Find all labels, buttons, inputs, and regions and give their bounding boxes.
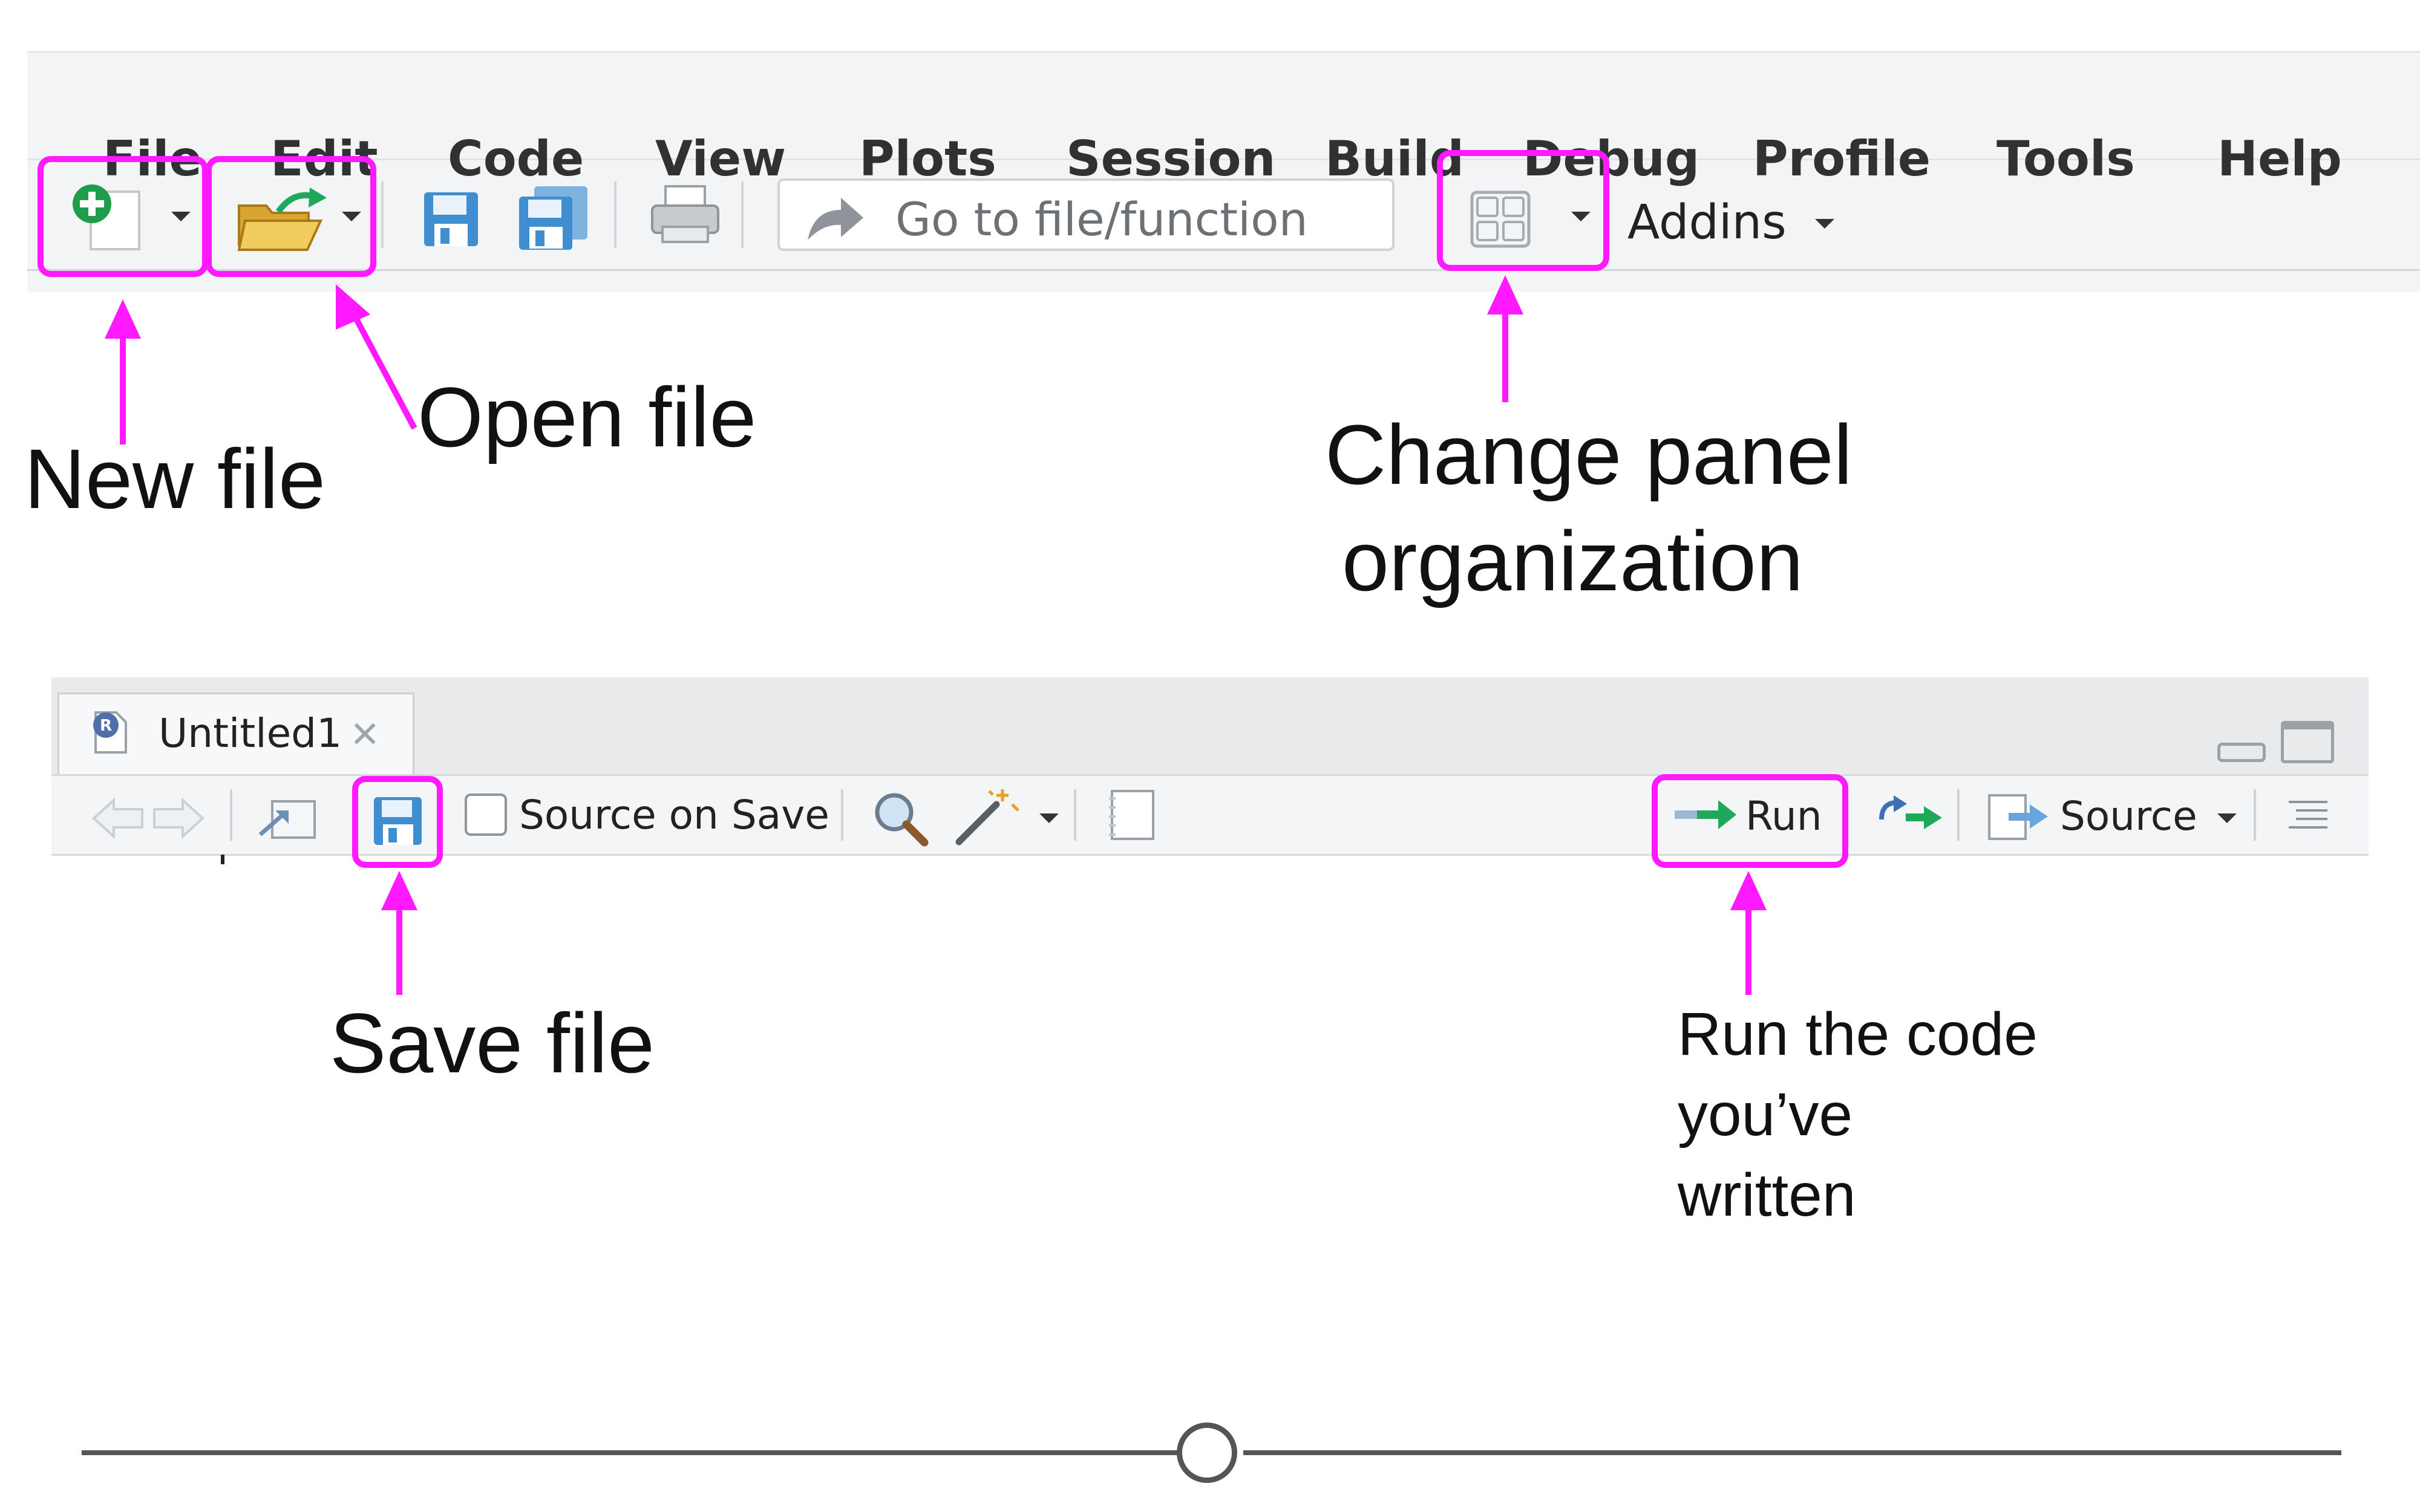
text-cursor: [221, 855, 224, 864]
r-script-icon: R: [93, 711, 127, 754]
toolbar-separator: [1074, 789, 1076, 841]
annotation-save-file: Save file: [330, 996, 655, 1090]
chevron-down-icon: [2217, 813, 2237, 823]
source-on-save-label: Source on Save: [519, 792, 829, 838]
annotation-open-file: Open file: [417, 370, 757, 464]
annotation-run-line2: you’ve: [1678, 1081, 1853, 1149]
chevron-down-icon[interactable]: [1039, 813, 1059, 823]
document-outline-icon[interactable]: [2287, 798, 2329, 835]
annotation-change-panel-line2: organization: [1342, 513, 1804, 608]
compile-report-icon[interactable]: [1107, 789, 1156, 841]
annotation-run-line3: written: [1678, 1161, 1856, 1229]
slider-track-right: [1243, 1450, 2341, 1455]
slider-track-left: [82, 1450, 1183, 1455]
editor-tab-title: Untitled1: [159, 710, 342, 757]
minimize-pane-icon[interactable]: [2217, 743, 2266, 762]
highlight-run: [1652, 774, 1848, 868]
annotation-change-panel-line1: Change panel: [1325, 407, 1853, 502]
toolbar-separator: [841, 789, 843, 841]
maximize-pane-icon[interactable]: [2281, 721, 2334, 763]
source-icon: [1988, 794, 2048, 840]
close-icon[interactable]: ✕: [350, 708, 380, 762]
toolbar-separator: [2254, 789, 2256, 841]
toolbar-separator: [230, 789, 232, 841]
annotation-run-line1: Run the code: [1678, 1000, 2038, 1068]
rerun-previous-icon[interactable]: [1876, 795, 1945, 838]
source-button[interactable]: Source: [1984, 786, 2245, 847]
source-on-save-checkbox[interactable]: [465, 793, 507, 836]
show-in-window-icon[interactable]: [257, 795, 318, 841]
source-label: Source: [2060, 793, 2197, 839]
slider-handle[interactable]: [1177, 1422, 1237, 1483]
highlight-save-file: [352, 776, 443, 868]
svg-text:R: R: [100, 717, 112, 735]
code-tools-wand-icon[interactable]: [953, 786, 1019, 847]
search-icon[interactable]: [871, 789, 929, 847]
toolbar-separator: [1957, 789, 1960, 841]
back-forward-icon[interactable]: [91, 797, 206, 839]
annotation-new-file: New file: [24, 431, 325, 526]
